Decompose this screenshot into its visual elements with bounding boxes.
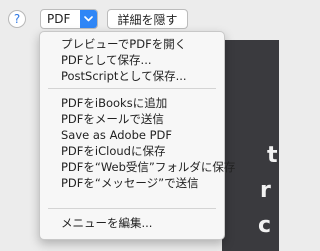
pdf-dropdown-menu: プレビューでPDFを開く PDFとして保存... PostScriptとして保存… [39, 31, 235, 240]
menu-item-save-as-postscript[interactable]: PostScriptとして保存... [40, 68, 224, 84]
pdf-button-label: PDF [47, 12, 71, 26]
question-mark-icon: ? [13, 12, 21, 26]
preview-text-fragment: t [267, 143, 278, 168]
menu-item-open-in-preview[interactable]: プレビューでPDFを開く [40, 36, 224, 52]
chevron-down-icon [80, 10, 97, 28]
hide-details-button[interactable]: 詳細を隠す [107, 9, 188, 29]
menu-item-save-to-web-receipts[interactable]: PDFを“Web受信”フォルダに保存 [40, 159, 235, 175]
menu-item-send-via-messages[interactable]: PDFを“メッセージ”で送信 [40, 175, 224, 191]
menu-item-save-to-icloud[interactable]: PDFをiCloudに保存 [40, 143, 224, 159]
menu-item-edit-menu[interactable]: メニューを編集... [40, 215, 224, 231]
menu-separator [48, 88, 216, 89]
menu-separator [48, 208, 216, 209]
preview-text-fragment: r [260, 178, 271, 203]
help-button[interactable]: ? [8, 10, 26, 28]
menu-item-save-as-pdf[interactable]: PDFとして保存... [40, 52, 224, 68]
menu-item-send-via-mail[interactable]: PDFをメールで送信 [40, 111, 224, 127]
document-preview-background: t r c [222, 40, 279, 251]
menu-item-add-to-ibooks[interactable]: PDFをiBooksに追加 [40, 95, 224, 111]
preview-text-fragment: c [258, 213, 272, 238]
menu-item-save-as-adobe-pdf[interactable]: Save as Adobe PDF [40, 127, 224, 143]
pdf-menu-button[interactable]: PDF [40, 9, 98, 29]
